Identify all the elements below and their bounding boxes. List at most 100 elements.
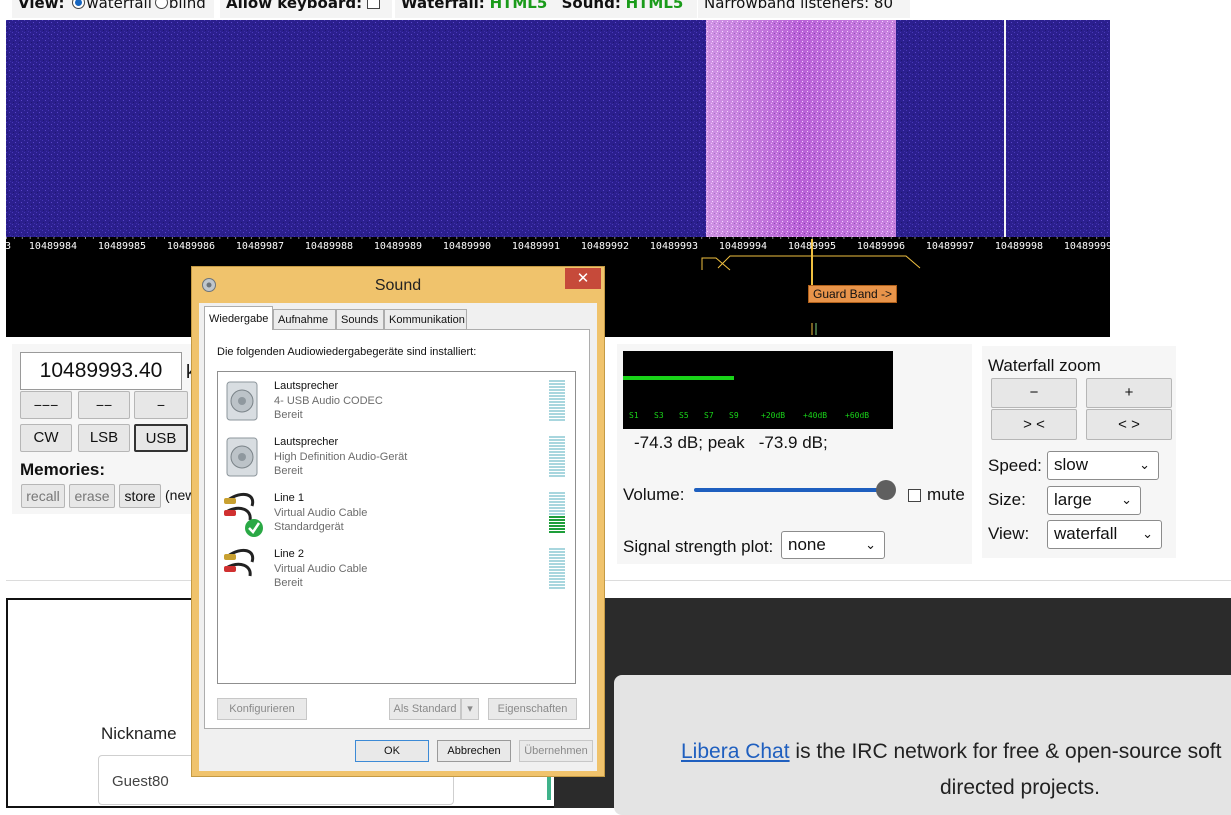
device-level-meter	[549, 492, 565, 536]
properties-button[interactable]: Eigenschaften	[488, 698, 577, 720]
apply-button[interactable]: Übernehmen	[519, 740, 593, 762]
zoom-view-value: waterfall	[1054, 524, 1118, 543]
listeners-count: Narrowband listeners: 80	[698, 0, 910, 18]
level-segment	[549, 457, 565, 459]
memory-store-button[interactable]: store	[119, 484, 161, 508]
device-level-meter	[549, 380, 565, 424]
tab-kommunikation[interactable]: Kommunikation	[384, 309, 467, 329]
memory-recall-button[interactable]: recall	[21, 484, 65, 508]
nickname-value: Guest80	[112, 773, 169, 790]
level-segment	[549, 572, 565, 574]
step-down-large-button[interactable]: −−−	[20, 391, 72, 419]
level-segment	[549, 528, 565, 530]
mode-usb-button[interactable]: USB	[134, 424, 188, 452]
devices-intro: Die folgenden Audiowiedergabegeräte sind…	[217, 346, 477, 358]
speed-select[interactable]: slow ⌄	[1047, 451, 1159, 480]
s-meter-scale-label: S1	[629, 411, 639, 420]
speed-label: Speed:	[988, 456, 1042, 475]
view-waterfall-label: waterfall	[86, 0, 152, 12]
tick-label: 10489993	[649, 241, 699, 252]
level-segment	[549, 463, 565, 465]
tick-label: 10489987	[235, 241, 285, 252]
mode-cw-button[interactable]: CW	[20, 424, 72, 452]
waterfall-engine-label: Waterfall:	[401, 0, 485, 12]
view-waterfall-radio[interactable]	[72, 0, 86, 9]
level-segment	[549, 451, 565, 453]
device-name: Lautsprecher	[274, 436, 339, 448]
signal-plot-select[interactable]: none ⌄	[781, 531, 885, 559]
size-label: Size:	[988, 490, 1026, 509]
level-segment	[549, 416, 565, 418]
volume-thumb[interactable]	[876, 480, 896, 500]
zoom-title: Waterfall zoom	[988, 356, 1101, 375]
tab-wiedergabe[interactable]: Wiedergabe	[204, 306, 273, 330]
device-status: Bereit	[274, 465, 303, 477]
tick-label: 10489986	[166, 241, 216, 252]
device-level-meter	[549, 548, 565, 592]
level-segment	[549, 454, 565, 456]
tick-label: 10489996	[856, 241, 906, 252]
level-segment	[549, 578, 565, 580]
device-list[interactable]: Lautsprecher 4- USB Audio CODEC Bereit L…	[217, 371, 576, 684]
mute-label: mute	[927, 485, 965, 504]
device-status: Bereit	[274, 409, 303, 421]
level-segment	[549, 472, 565, 474]
keyboard-option: Allow keyboard:	[220, 0, 392, 18]
memories-label: Memories:	[20, 460, 106, 479]
tick-label: 10489995	[787, 241, 837, 252]
device-item[interactable]: Lautsprecher High Definition Audio-Gerät…	[218, 436, 575, 492]
level-segment	[549, 380, 565, 382]
mute-checkbox[interactable]	[908, 489, 921, 502]
zoom-wide-button[interactable]: < >	[1086, 409, 1172, 440]
tick-label: 10489985	[97, 241, 147, 252]
step-down-small-button[interactable]: −	[134, 391, 188, 419]
device-item[interactable]: Line 1 Virtual Audio Cable Standardgerät	[218, 492, 575, 548]
s-meter: S1 S3 S5 S7 S9 +20dB +40dB +60dB	[623, 351, 893, 429]
zoom-in-button[interactable]: +	[1086, 378, 1172, 408]
mode-lsb-button[interactable]: LSB	[78, 424, 130, 452]
guard-band-label[interactable]: Guard Band ->	[808, 285, 898, 303]
volume-label: Volume:	[623, 485, 685, 504]
device-item[interactable]: Line 2 Virtual Audio Cable Bereit	[218, 548, 575, 604]
tick-label: 10489991	[511, 241, 561, 252]
s-meter-scale-label: S3	[654, 411, 664, 420]
level-segment	[549, 510, 565, 512]
level-segment	[549, 413, 565, 415]
level-segment	[549, 404, 565, 406]
waterfall-display[interactable]	[6, 20, 1110, 238]
tab-sounds[interactable]: Sounds	[336, 309, 384, 329]
level-segment	[549, 581, 565, 583]
step-down-medium-button[interactable]: −−	[78, 391, 130, 419]
device-status: Bereit	[274, 577, 303, 589]
libera-text: is the IRC network for free & open-sourc…	[789, 740, 1222, 763]
level-segment	[549, 410, 565, 412]
tick-label: 10489984	[28, 241, 78, 252]
view-blind-radio[interactable]	[154, 0, 168, 9]
size-select[interactable]: large ⌄	[1047, 486, 1141, 515]
configure-button[interactable]: Konfigurieren	[217, 698, 307, 720]
set-default-dropdown[interactable]: ▾	[461, 698, 479, 720]
chevron-down-icon: ⌄	[865, 537, 876, 552]
cancel-button[interactable]: Abbrechen	[437, 740, 511, 762]
tab-aufnahme[interactable]: Aufnahme	[273, 309, 336, 329]
device-item[interactable]: Lautsprecher 4- USB Audio CODEC Bereit	[218, 380, 575, 436]
memory-erase-button[interactable]: erase	[69, 484, 115, 508]
volume-track	[694, 488, 894, 492]
libera-chat-link[interactable]: Libera Chat	[681, 740, 790, 763]
dialog-body: Wiedergabe Aufnahme Sounds Kommunikation…	[199, 303, 597, 771]
keyboard-checkbox[interactable]	[366, 0, 380, 9]
set-default-button[interactable]: Als Standard	[389, 698, 461, 720]
level-segment	[549, 569, 565, 571]
ok-button[interactable]: OK	[355, 740, 429, 762]
level-segment	[549, 563, 565, 565]
zoom-view-select[interactable]: waterfall ⌄	[1047, 520, 1162, 549]
frequency-input[interactable]: 10489993.40	[20, 352, 182, 390]
device-subtitle: Virtual Audio Cable	[274, 563, 368, 575]
close-button[interactable]: ✕	[565, 268, 601, 289]
volume-slider[interactable]	[694, 479, 900, 501]
level-segment	[549, 392, 565, 394]
zoom-out-button[interactable]: −	[991, 378, 1077, 408]
zoom-narrow-button[interactable]: > <	[991, 409, 1077, 440]
level-segment	[549, 525, 565, 527]
section-divider	[6, 580, 1231, 581]
